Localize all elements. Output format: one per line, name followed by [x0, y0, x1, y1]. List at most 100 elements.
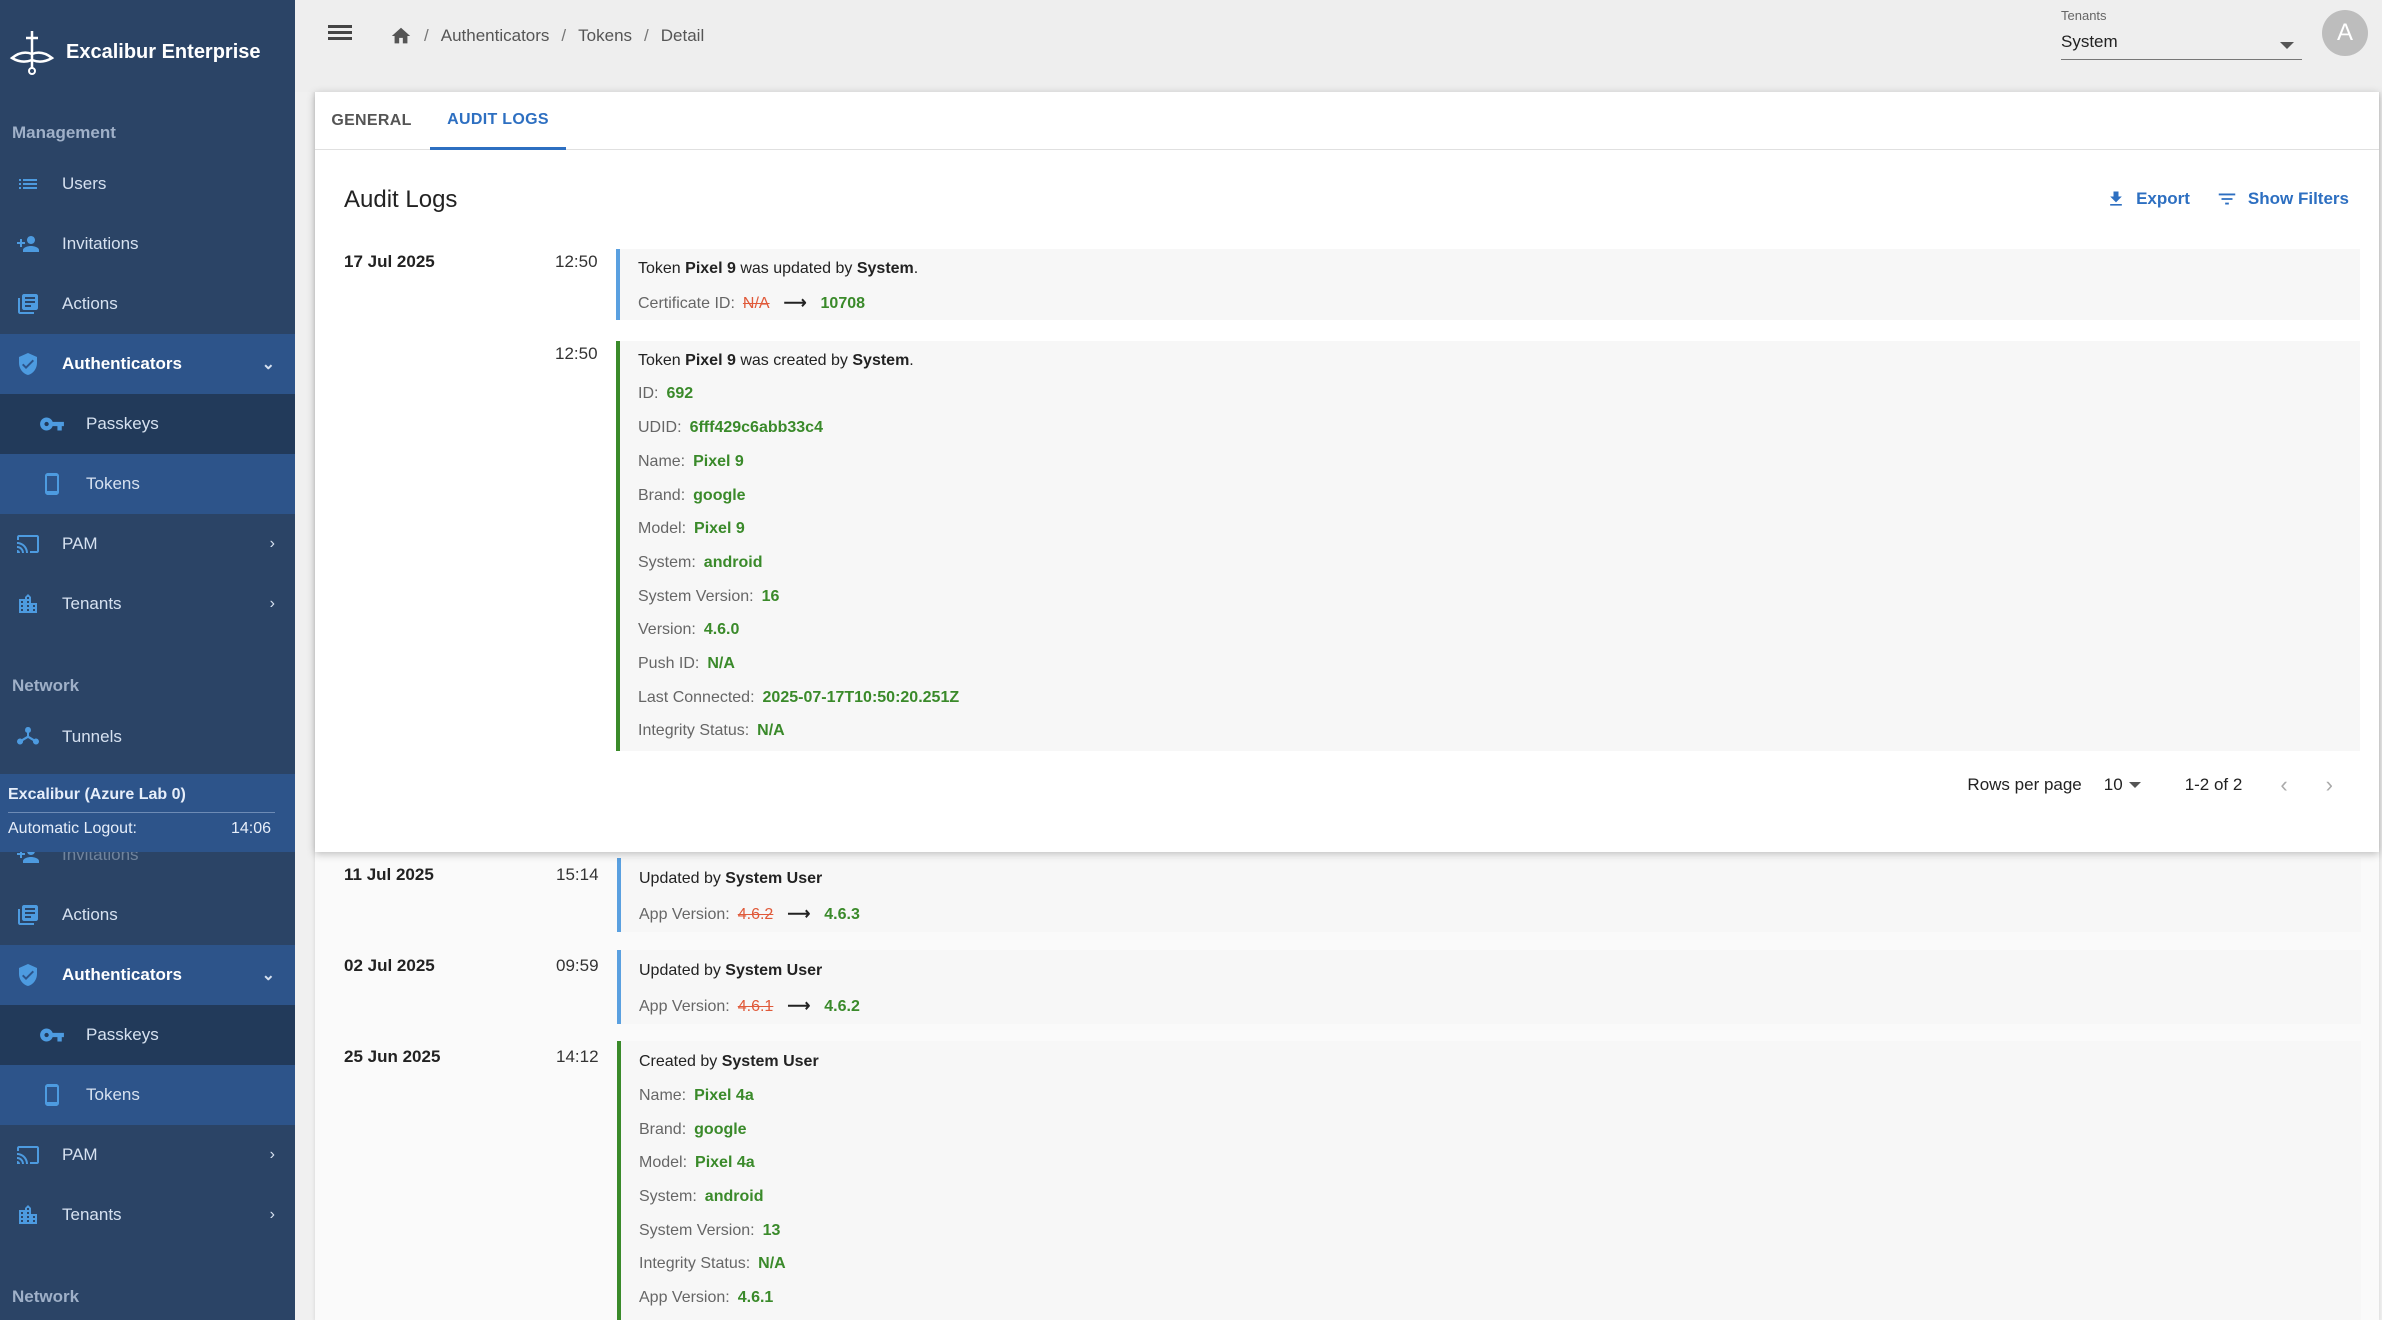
building-icon — [14, 1201, 42, 1229]
tab-bar: GENERAL AUDIT LOGS — [315, 92, 2379, 150]
log-field: Model: Pixel 9 — [638, 520, 745, 537]
export-button[interactable]: Export — [2106, 189, 2190, 209]
show-filters-label: Show Filters — [2247, 189, 2349, 208]
cast-icon — [14, 530, 42, 558]
next-page-button[interactable]: › — [2326, 772, 2333, 798]
log-date: 17 Jul 2025 — [344, 252, 435, 271]
log-field: Name: Pixel 9 — [638, 453, 744, 470]
person-add-icon — [14, 230, 42, 258]
sidebar-item-authenticators-bg[interactable]: Authenticators ⌄ — [0, 945, 295, 1005]
export-label: Export — [2136, 189, 2190, 208]
sidebar-item-passkeys-bg[interactable]: Passkeys — [0, 1005, 295, 1065]
log-change: App Version: 4.6.1 ⟶ 4.6.2 — [639, 998, 860, 1015]
pagination: Rows per page 10 1-2 of 2 ‹ › — [1967, 772, 2333, 798]
tenant-select-label: Tenants — [2061, 8, 2107, 23]
sidebar-item-pam[interactable]: PAM › — [0, 514, 295, 574]
log-field: Push ID: N/A — [638, 655, 735, 672]
app-name: Excalibur Enterprise — [66, 40, 261, 63]
chevron-right-icon: › — [269, 1206, 275, 1223]
environment-panel: Excalibur (Azure Lab 0) Automatic Logout… — [0, 774, 295, 852]
show-filters-button[interactable]: Show Filters — [2216, 188, 2349, 210]
filter-icon — [2218, 193, 2236, 205]
breadcrumb-separator: / — [644, 26, 649, 45]
rows-per-page-select[interactable]: 10 — [2104, 775, 2141, 795]
sidebar-item-actions[interactable]: Actions — [0, 274, 295, 334]
tab-general[interactable]: GENERAL — [315, 92, 428, 150]
sidebar: Excalibur Enterprise Management Users In… — [0, 0, 295, 852]
sidebar-section-network-bg: Network — [12, 1287, 80, 1306]
shield-check-icon — [14, 961, 42, 989]
tenant-select[interactable]: Tenants System — [2061, 6, 2302, 60]
sidebar-item-authenticators[interactable]: Authenticators ⌄ — [0, 334, 295, 394]
log-summary: Updated by System User — [639, 870, 823, 887]
menu-icon[interactable] — [328, 22, 352, 46]
sidebar-item-label: Authenticators — [62, 965, 182, 984]
log-field: ID: 692 — [638, 385, 694, 402]
home-icon[interactable] — [390, 25, 412, 47]
log-field: UDID: 6fff429c6abb33c4 — [638, 419, 823, 436]
avatar[interactable]: A — [2322, 10, 2368, 56]
sidebar-item-pam-bg[interactable]: PAM › — [0, 1125, 295, 1185]
app-logo[interactable]: Excalibur Enterprise — [8, 28, 261, 76]
sidebar-item-label: Passkeys — [86, 1025, 159, 1044]
chevron-down-icon: ⌄ — [261, 356, 275, 373]
log-field: Version: 4.6.0 — [638, 621, 740, 638]
breadcrumb-authenticators[interactable]: Authenticators — [441, 26, 550, 46]
log-field: Integrity Status: N/A — [639, 1255, 786, 1272]
auto-logout-label: Automatic Logout: — [8, 820, 137, 837]
log-field: Brand: google — [639, 1121, 747, 1138]
sidebar-item-actions-bg[interactable]: Actions — [0, 885, 295, 945]
log-change: Certificate ID: N/A ⟶ 10708 — [638, 295, 866, 312]
previous-page-button[interactable]: ‹ — [2280, 772, 2287, 798]
log-field: System: android — [639, 1188, 764, 1205]
log-field: Last Connected: 2025-07-17T10:50:20.251Z — [638, 689, 960, 706]
sidebar-item-passkeys[interactable]: Passkeys — [0, 394, 295, 454]
divider — [8, 812, 275, 813]
list-box-icon — [14, 290, 42, 318]
sidebar-item-label: PAM — [62, 534, 98, 553]
tab-audit-logs[interactable]: AUDIT LOGS — [430, 92, 566, 150]
phone-icon — [38, 1081, 66, 1109]
sidebar-item-users[interactable]: Users — [0, 154, 295, 214]
sidebar-item-tokens-bg[interactable]: Tokens — [0, 1065, 295, 1125]
log-date: 02 Jul 2025 — [344, 956, 435, 975]
sidebar-item-label: Actions — [62, 294, 118, 313]
chevron-right-icon: › — [269, 1146, 275, 1163]
sidebar-item-tokens[interactable]: Tokens — [0, 454, 295, 514]
log-entry: Token Pixel 9 was created by System. ID:… — [616, 341, 2360, 751]
rows-per-page-value: 10 — [2103, 775, 2123, 794]
log-entry: Created by System User Name: Pixel 4a Bra… — [617, 1041, 2361, 1320]
log-date: 11 Jul 2025 — [344, 865, 434, 884]
log-field: App Version: 4.6.1 — [639, 1289, 774, 1306]
log-entry: Updated by System User App Version: 4.6.2… — [617, 858, 2361, 932]
sidebar-item-tunnels[interactable]: Tunnels — [0, 707, 295, 767]
page-range: 1-2 of 2 — [2184, 775, 2243, 794]
sidebar-item-label: Actions — [62, 905, 118, 924]
log-summary: Token Pixel 9 was updated by System. — [638, 260, 919, 277]
phone-icon — [38, 470, 66, 498]
breadcrumb-tokens[interactable]: Tokens — [578, 26, 632, 46]
log-date: 25 Jun 2025 — [344, 1047, 441, 1066]
log-time: 14:12 — [556, 1047, 599, 1066]
log-change: App Version: 4.6.2 ⟶ 4.6.3 — [639, 906, 860, 923]
log-field: System Version: 16 — [638, 588, 780, 605]
log-field: Model: Pixel 4a — [639, 1154, 755, 1171]
cast-icon — [14, 1141, 42, 1169]
shield-check-icon — [14, 350, 42, 378]
log-summary: Token Pixel 9 was created by System. — [638, 352, 914, 369]
sidebar-item-tenants[interactable]: Tenants › — [0, 574, 295, 634]
log-summary: Updated by System User — [639, 962, 823, 979]
environment-name: Excalibur (Azure Lab 0) — [8, 786, 186, 803]
sword-logo-icon — [9, 31, 55, 75]
sidebar-item-tenants-bg[interactable]: Tenants › — [0, 1185, 295, 1245]
list-icon — [14, 170, 42, 198]
sidebar-item-label: Authenticators — [62, 354, 182, 373]
sidebar-item-invitations[interactable]: Invitations — [0, 214, 295, 274]
chevron-down-icon: ⌄ — [261, 967, 275, 984]
sidebar-item-label: Tenants — [62, 594, 122, 613]
foreground-page: Excalibur Enterprise Management Users In… — [0, 0, 2382, 852]
sidebar-item-label: Tenants — [62, 1205, 122, 1224]
breadcrumb: / Authenticators / Tokens / Detail — [390, 25, 704, 47]
caret-down-icon — [2128, 782, 2141, 788]
log-field: System Version: 13 — [639, 1222, 781, 1239]
